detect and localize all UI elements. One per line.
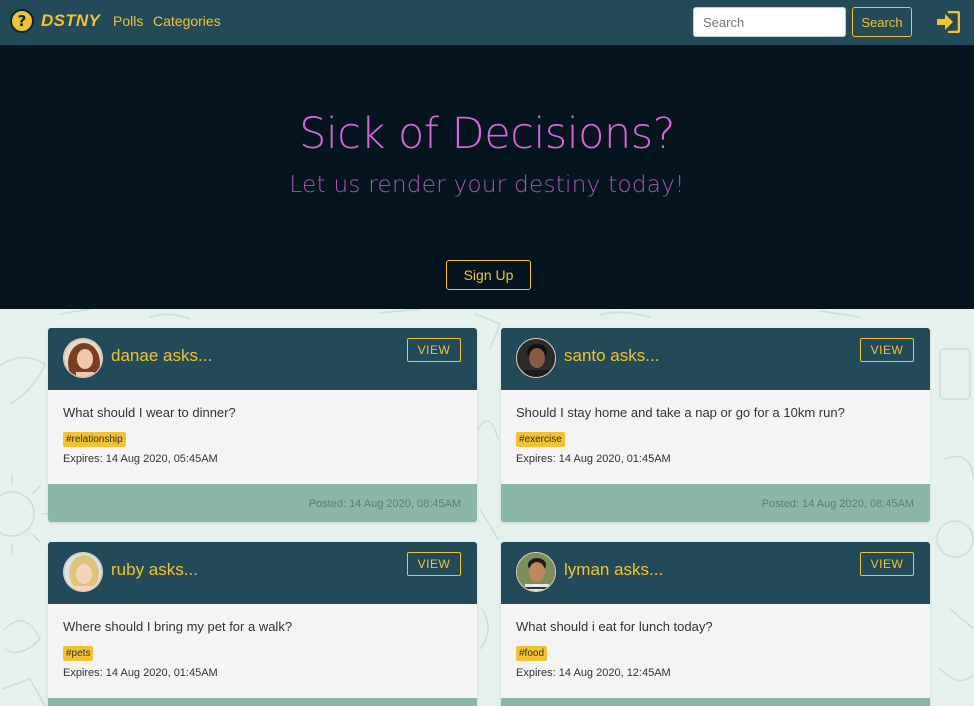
user-avatar-icon: [64, 553, 102, 591]
avatar: [63, 552, 103, 592]
view-poll-button[interactable]: VIEW: [860, 338, 914, 362]
card-footer: Posted: 14 Aug 2020, 08:45AM: [501, 484, 930, 522]
nav-link-polls[interactable]: Polls: [113, 13, 143, 29]
category-tag[interactable]: #relationship: [63, 432, 126, 447]
posted-date: Posted: 14 Aug 2020, 08:45AM: [761, 498, 914, 510]
expiry-date: Expires: 14 Aug 2020, 01:45AM: [516, 453, 671, 465]
card-body: What should i eat for lunch today? #food…: [501, 604, 930, 698]
poll-question: Should I stay home and take a nap or go …: [516, 405, 845, 420]
brand[interactable]: ? DSTNY: [10, 9, 100, 33]
sign-up-button[interactable]: Sign Up: [446, 260, 531, 290]
expiry-date: Expires: 14 Aug 2020, 05:45AM: [63, 453, 218, 465]
sign-in-icon[interactable]: [936, 11, 960, 33]
avatar: [63, 338, 103, 378]
user-avatar-icon: [517, 553, 555, 591]
poll-author: ruby asks...: [111, 560, 198, 579]
question-mark-logo-icon: ?: [10, 9, 34, 33]
nav-link-categories[interactable]: Categories: [153, 13, 221, 29]
view-poll-button[interactable]: VIEW: [407, 338, 461, 362]
card-header: lyman asks... VIEW: [501, 542, 930, 604]
navbar: ? DSTNY Polls Categories Search: [0, 0, 974, 45]
card-footer: [48, 698, 477, 706]
poll-question: What should I wear to dinner?: [63, 405, 236, 420]
expiry-date: Expires: 14 Aug 2020, 12:45AM: [516, 667, 671, 679]
card-header: santo asks... VIEW: [501, 328, 930, 390]
category-tag[interactable]: #exercise: [516, 432, 565, 447]
card-body: Where should I bring my pet for a walk? …: [48, 604, 477, 698]
category-tag[interactable]: #pets: [63, 646, 94, 661]
hero-title: Sick of Decisions?: [299, 109, 675, 159]
user-avatar-icon: [517, 339, 555, 377]
expiry-date: Expires: 14 Aug 2020, 01:45AM: [63, 667, 218, 679]
avatar: [516, 338, 556, 378]
posted-date: Posted: 14 Aug 2020, 08:45AM: [308, 498, 461, 510]
card-header: danae asks... VIEW: [48, 328, 477, 390]
hero-section: Sick of Decisions? Let us render your de…: [0, 45, 974, 309]
card-header: ruby asks... VIEW: [48, 542, 477, 604]
view-poll-button[interactable]: VIEW: [860, 552, 914, 576]
poll-question: Where should I bring my pet for a walk?: [63, 619, 293, 634]
card-body: What should I wear to dinner? #relations…: [48, 390, 477, 484]
poll-card: ruby asks... VIEW Where should I bring m…: [48, 542, 477, 706]
poll-question: What should i eat for lunch today?: [516, 619, 713, 634]
card-footer: Posted: 14 Aug 2020, 08:45AM: [48, 484, 477, 522]
search-button[interactable]: Search: [852, 7, 912, 37]
card-body: Should I stay home and take a nap or go …: [501, 390, 930, 484]
brand-name: DSTNY: [41, 11, 101, 30]
hero-subtitle: Let us render your destiny today!: [289, 172, 685, 198]
poll-author: santo asks...: [564, 346, 660, 365]
avatar: [516, 552, 556, 592]
poll-author: danae asks...: [111, 346, 213, 365]
poll-author: lyman asks...: [564, 560, 664, 579]
search-input[interactable]: [693, 7, 846, 37]
card-footer: [501, 698, 930, 706]
poll-card: danae asks... VIEW What should I wear to…: [48, 328, 477, 522]
user-avatar-icon: [64, 339, 102, 377]
poll-card: lyman asks... VIEW What should i eat for…: [501, 542, 930, 706]
poll-card: santo asks... VIEW Should I stay home an…: [501, 328, 930, 522]
category-tag[interactable]: #food: [516, 646, 548, 661]
view-poll-button[interactable]: VIEW: [407, 552, 461, 576]
